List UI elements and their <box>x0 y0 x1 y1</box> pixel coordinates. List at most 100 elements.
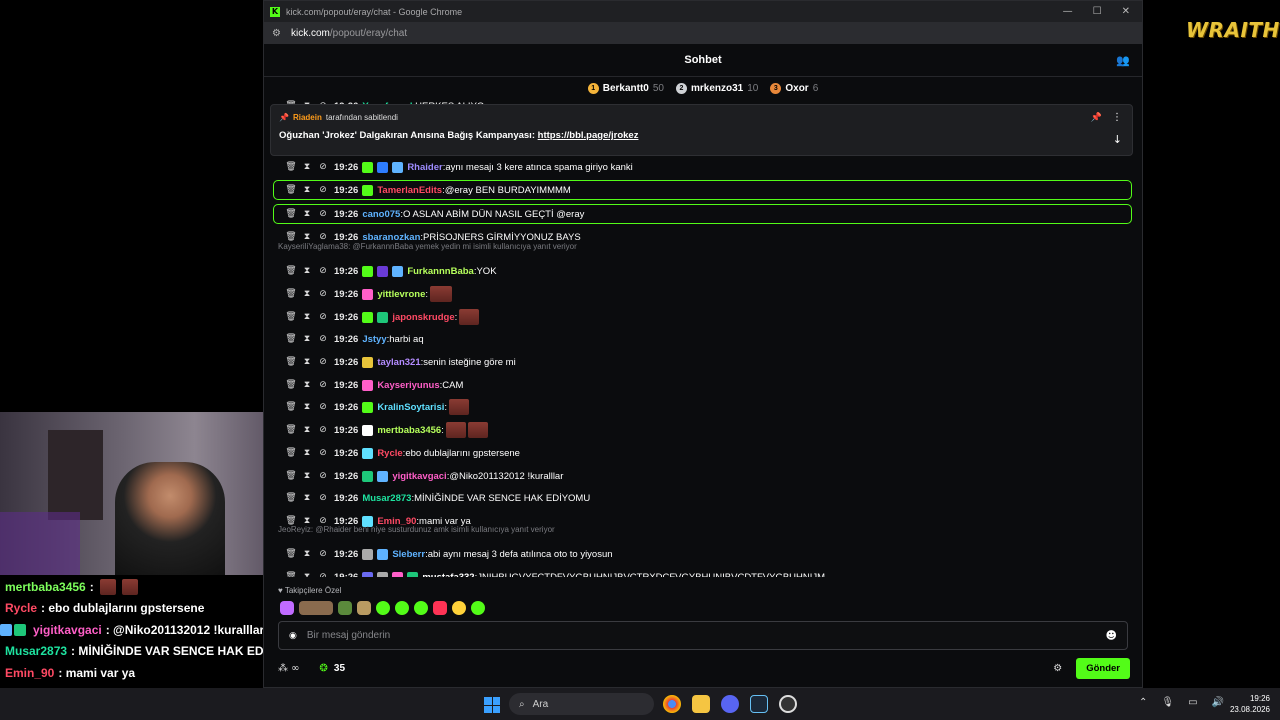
maximize-icon[interactable]: ☐ <box>1093 6 1102 17</box>
emote-icon[interactable] <box>357 601 371 615</box>
message-user[interactable]: Kayseriyunus <box>377 380 439 391</box>
message-user[interactable]: Rhaider <box>407 162 442 173</box>
message-user[interactable]: mertbaba3456 <box>377 425 441 436</box>
emoji-icon[interactable]: ☻ <box>1106 629 1117 642</box>
ban-icon[interactable]: ⊘ <box>316 312 330 322</box>
ban-icon[interactable]: ⊘ <box>316 425 330 435</box>
message-user[interactable]: taylan321 <box>377 357 420 368</box>
chat-emote[interactable] <box>459 309 480 325</box>
delete-icon[interactable]: 🗑 <box>284 266 298 276</box>
timeout-icon[interactable]: ⧗ <box>300 289 314 299</box>
chat-emote[interactable] <box>449 399 470 415</box>
message-user[interactable]: yittlevrone <box>377 289 425 300</box>
users-icon[interactable]: 👥 <box>1116 54 1130 67</box>
delete-icon[interactable]: 🗑 <box>284 471 298 481</box>
chat-emote[interactable] <box>445 422 466 438</box>
ban-icon[interactable]: ⊘ <box>316 380 330 390</box>
emote-icon[interactable] <box>376 601 390 615</box>
ban-icon[interactable]: ⊘ <box>316 185 330 195</box>
delete-icon[interactable]: 🗑 <box>284 162 298 172</box>
ban-icon[interactable]: ⊘ <box>316 232 330 242</box>
emote-icon[interactable] <box>433 601 447 615</box>
microphone-icon[interactable]: 🎙 <box>1161 697 1174 708</box>
leaderboard-entry[interactable]: 3 Oxor 6 <box>770 82 818 94</box>
taskbar-search[interactable]: ⌕ Ara <box>509 693 654 715</box>
reply-context[interactable]: KayseriliYaglama38: @FurkannnBaba yemek … <box>278 242 577 251</box>
message-user[interactable]: FurkannnBaba <box>407 266 474 277</box>
delete-icon[interactable]: 🗑 <box>284 334 298 344</box>
timeout-icon[interactable]: ⧗ <box>300 312 314 322</box>
minimize-icon[interactable]: — <box>1063 6 1073 17</box>
close-icon[interactable]: ✕ <box>1122 6 1130 17</box>
timeout-icon[interactable]: ⧗ <box>300 493 314 503</box>
ban-icon[interactable]: ⊘ <box>316 357 330 367</box>
unpin-icon[interactable]: 📌 <box>1091 113 1102 123</box>
message-user[interactable]: Musar2873 <box>362 493 411 504</box>
ban-icon[interactable]: ⊘ <box>316 572 330 577</box>
leaderboard-entry[interactable]: 2 mrkenzo31 10 <box>675 82 758 94</box>
timeout-icon[interactable]: ⧗ <box>300 448 314 458</box>
ban-icon[interactable]: ⊘ <box>316 471 330 481</box>
delete-icon[interactable]: 🗑 <box>284 357 298 367</box>
delete-icon[interactable]: 🗑 <box>284 380 298 390</box>
gear-icon[interactable]: ⚙ <box>1053 663 1062 674</box>
ban-icon[interactable]: ⊘ <box>316 334 330 344</box>
ban-icon[interactable]: ⊘ <box>316 549 330 559</box>
chevron-up-icon[interactable]: ⌃ <box>1139 697 1147 708</box>
app-icon[interactable] <box>779 695 797 713</box>
delete-icon[interactable]: 🗑 <box>284 425 298 435</box>
message-user[interactable]: cano075 <box>362 209 400 220</box>
more-options-icon[interactable]: ⋮ <box>1112 112 1122 123</box>
infinity-icon[interactable]: ⁂ ∞ <box>278 663 300 674</box>
timeout-icon[interactable]: ⧗ <box>300 185 314 195</box>
delete-icon[interactable]: 🗑 <box>284 232 298 242</box>
delete-icon[interactable]: 🗑 <box>284 493 298 503</box>
message-user[interactable]: Jstyy <box>362 334 386 345</box>
message-user[interactable]: TamerlanEdits <box>377 185 442 196</box>
timeout-icon[interactable]: ⧗ <box>300 209 314 219</box>
file-explorer-icon[interactable] <box>692 695 710 713</box>
emote-icon[interactable] <box>452 601 466 615</box>
message-user[interactable]: yigitkavgaci <box>392 471 446 482</box>
timeout-icon[interactable]: ⧗ <box>300 162 314 172</box>
pinned-by[interactable]: Riadein <box>293 113 322 122</box>
delete-icon[interactable]: 🗑 <box>284 289 298 299</box>
delete-icon[interactable]: 🗑 <box>284 572 298 577</box>
clock[interactable]: 19:26 23.08.2026 <box>1230 693 1270 715</box>
site-info-icon[interactable]: ⚙ <box>272 28 281 39</box>
message-user[interactable]: mustafa332 <box>422 572 474 578</box>
clock-icon[interactable]: ◉ <box>289 631 297 641</box>
message-user[interactable]: KralinSoytarisi <box>377 402 444 413</box>
delete-icon[interactable]: 🗑 <box>284 549 298 559</box>
timeout-icon[interactable]: ⧗ <box>300 266 314 276</box>
emote-icon[interactable] <box>395 601 409 615</box>
timeout-icon[interactable]: ⧗ <box>300 380 314 390</box>
timeout-icon[interactable]: ⧗ <box>300 572 314 577</box>
expand-down-icon[interactable]: ↓ <box>1113 133 1122 146</box>
message-user[interactable]: sbaranozkan <box>362 232 420 243</box>
ban-icon[interactable]: ⊘ <box>316 266 330 276</box>
timeout-icon[interactable]: ⧗ <box>300 425 314 435</box>
timeout-icon[interactable]: ⧗ <box>300 402 314 412</box>
volume-icon[interactable]: 🔊 <box>1212 697 1224 708</box>
message-user[interactable]: Sleberr <box>392 549 425 560</box>
chat-emote[interactable] <box>430 286 452 302</box>
leaderboard-entry[interactable]: 1 Berkantt0 50 <box>587 82 664 94</box>
ban-icon[interactable]: ⊘ <box>316 402 330 412</box>
emote-icon[interactable] <box>338 601 352 615</box>
timeout-icon[interactable]: ⧗ <box>300 549 314 559</box>
emote-icon[interactable] <box>414 601 428 615</box>
message-user[interactable]: japonskrudge <box>392 312 454 323</box>
chrome-icon[interactable] <box>663 695 681 713</box>
ban-icon[interactable]: ⊘ <box>316 209 330 219</box>
timeout-icon[interactable]: ⧗ <box>300 334 314 344</box>
emote-icon[interactable] <box>299 601 333 615</box>
emote-icon[interactable] <box>471 601 485 615</box>
ban-icon[interactable]: ⊘ <box>316 289 330 299</box>
windows-start-icon[interactable] <box>484 697 500 713</box>
reply-context[interactable]: JeoReyiz: @Rhaider beni niye susturdunuz… <box>278 525 555 534</box>
steam-icon[interactable] <box>750 695 768 713</box>
emote-icon[interactable] <box>280 601 294 615</box>
delete-icon[interactable]: 🗑 <box>284 448 298 458</box>
network-icon[interactable]: ▭ <box>1188 697 1197 708</box>
